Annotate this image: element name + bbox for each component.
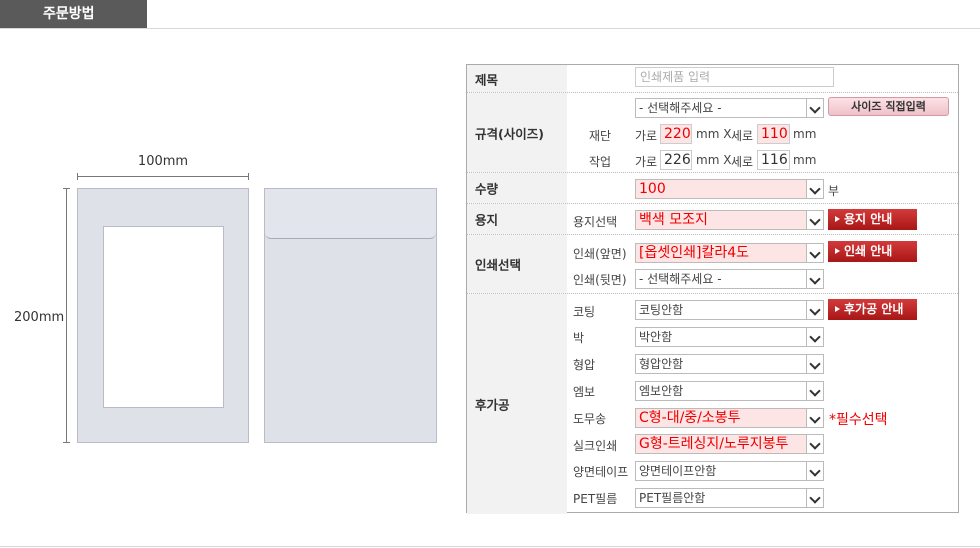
width-dimension-line — [77, 173, 249, 180]
chevron-down-icon — [806, 382, 823, 400]
work-unit-mm: mm — [793, 153, 817, 167]
cut-height-input[interactable]: 110 — [757, 124, 790, 144]
section-title-tab: 주문방법 — [0, 0, 147, 28]
cut-width-input[interactable]: 220 — [660, 124, 692, 144]
row-quantity: 수량 100 부 — [467, 172, 958, 203]
order-form: 제목 인쇄제품 입력 규격(사이즈) - 선택해주세요 - 사이즈 직접입력 재… — [466, 64, 959, 514]
post-item-label: 형압 — [573, 358, 596, 372]
chevron-down-icon — [806, 244, 823, 262]
play-icon — [835, 248, 840, 254]
header-divider — [0, 28, 980, 29]
chevron-down-icon — [806, 409, 823, 427]
post-item-label: 엠보 — [573, 385, 596, 399]
cut-unit-mm: mm — [793, 127, 817, 141]
cut-height-label: 세로 — [731, 129, 754, 143]
print-front-value: [옵셋인쇄]칼라4도 — [639, 245, 749, 261]
chevron-down-icon — [806, 99, 823, 117]
row-print: 인쇄선택 인쇄(앞면) [옵셋인쇄]칼라4도 인쇄 안내 인쇄(뒷면) - 선택… — [467, 234, 958, 293]
chevron-down-icon — [806, 270, 823, 288]
work-width-label: 가로 — [635, 155, 658, 169]
silk-print-select[interactable]: G형-트레싱지/노루지봉투 — [635, 434, 824, 454]
foil-select[interactable]: 박안함 — [635, 327, 824, 347]
envelope-window — [103, 226, 224, 408]
post-item-label: PET필름 — [573, 492, 618, 506]
play-icon — [835, 306, 840, 312]
row-paper: 용지 용지선택 백색 모조지 용지 안내 — [467, 203, 958, 234]
size-direct-input-button[interactable]: 사이즈 직접입력 — [828, 97, 949, 116]
print-back-value: - 선택해주세요 - — [639, 272, 722, 286]
cut-unit-x: mm X — [696, 127, 732, 141]
paper-guide-button[interactable]: 용지 안내 — [828, 209, 917, 230]
chevron-down-icon — [806, 489, 823, 507]
print-front-select[interactable]: [옵셋인쇄]칼라4도 — [635, 243, 824, 263]
order-method-page: 주문방법 100mm 200mm 제목 인쇄제품 입력 규격(사이즈) - 선택… — [0, 0, 980, 548]
post-item-label: 실크인쇄 — [573, 439, 618, 453]
height-dimension-label: 200mm — [14, 310, 65, 325]
chevron-down-icon — [806, 462, 823, 480]
paper-sub-label: 용지선택 — [573, 215, 618, 229]
label-size: 규격(사이즈) — [475, 126, 544, 141]
row-size: 규격(사이즈) - 선택해주세요 - 사이즈 직접입력 재단 가로 220 mm… — [467, 92, 958, 172]
paper-value: 백색 모조지 — [639, 212, 708, 228]
row-post-processing: 후가공 후가공 안내 코팅 코팅안함 박 박안함 형압 형압안함 엠보 엠보안함… — [467, 293, 958, 514]
footer-divider — [0, 546, 980, 547]
embossing-press-select[interactable]: 형압안함 — [635, 354, 824, 374]
print-back-label: 인쇄(뒷면) — [573, 273, 627, 287]
envelope-front-preview — [77, 188, 249, 443]
label-title: 제목 — [475, 72, 499, 87]
post-item-label: 양면테이프 — [573, 465, 629, 479]
cut-width-label: 가로 — [635, 129, 658, 143]
label-paper: 용지 — [475, 212, 499, 228]
work-label: 작업 — [589, 155, 612, 169]
emboss-select[interactable]: 엠보안함 — [635, 381, 824, 401]
label-quantity: 수량 — [475, 181, 499, 197]
play-icon — [835, 216, 840, 222]
label-post: 후가공 — [475, 397, 510, 413]
label-print: 인쇄선택 — [475, 257, 522, 273]
paper-select[interactable]: 백색 모조지 — [635, 210, 824, 230]
post-item-label: 도무송 — [573, 412, 607, 426]
chevron-down-icon — [806, 211, 823, 229]
post-guide-button[interactable]: 후가공 안내 — [828, 299, 917, 320]
envelope-back-preview — [264, 188, 437, 443]
title-input[interactable]: 인쇄제품 입력 — [635, 67, 834, 87]
chevron-down-icon — [806, 355, 823, 373]
required-note: *필수선택 — [829, 412, 888, 428]
work-width-input[interactable]: 226 — [660, 150, 692, 170]
die-cut-select[interactable]: C형-대/중/소봉투 — [635, 408, 824, 428]
print-front-label: 인쇄(앞면) — [573, 247, 627, 261]
print-guide-button[interactable]: 인쇄 안내 — [828, 241, 917, 262]
size-select[interactable]: - 선택해주세요 - — [635, 98, 824, 118]
size-select-value: - 선택해주세요 - — [639, 101, 722, 115]
chevron-down-icon — [806, 301, 823, 319]
post-item-label: 박 — [573, 331, 585, 345]
print-back-select[interactable]: - 선택해주세요 - — [635, 269, 824, 289]
work-unit-x: mm X — [696, 153, 732, 167]
chevron-down-icon — [806, 180, 823, 198]
chevron-down-icon — [806, 435, 823, 453]
quantity-unit: 부 — [828, 184, 840, 198]
height-dimension-line — [63, 188, 70, 443]
pet-film-select[interactable]: PET필름안함 — [635, 488, 824, 508]
envelope-flap — [265, 189, 436, 239]
double-tape-select[interactable]: 양면테이프안함 — [635, 461, 824, 481]
work-height-input[interactable]: 116 — [757, 150, 790, 170]
work-height-label: 세로 — [731, 155, 754, 169]
post-item-label: 코팅 — [573, 305, 596, 319]
row-title: 제목 인쇄제품 입력 — [467, 65, 958, 92]
quantity-select[interactable]: 100 — [635, 179, 824, 199]
chevron-down-icon — [806, 328, 823, 346]
coating-select[interactable]: 코팅안함 — [635, 300, 824, 320]
quantity-value: 100 — [639, 181, 666, 197]
cut-label: 재단 — [589, 129, 612, 143]
width-dimension-label: 100mm — [137, 154, 189, 169]
